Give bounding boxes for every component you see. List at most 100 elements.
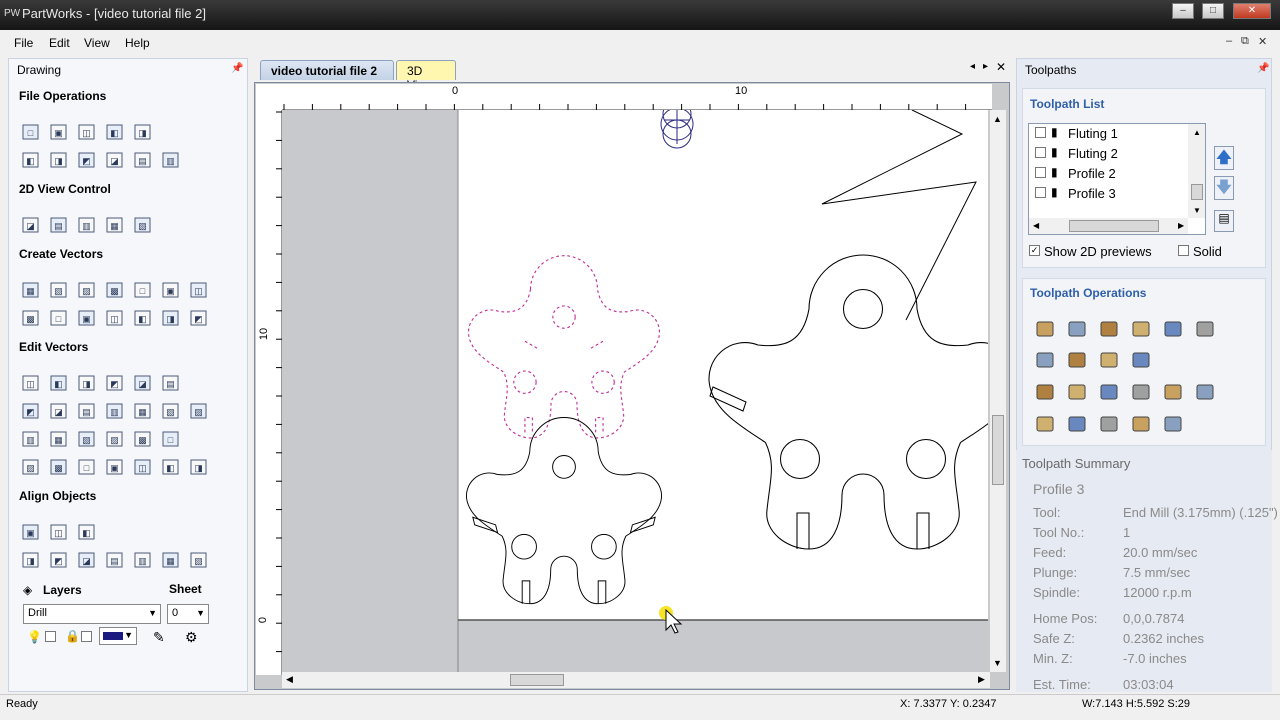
copy-icon[interactable]: ◩ xyxy=(75,149,97,169)
scroll-left-icon[interactable]: ◀ xyxy=(1033,221,1039,230)
text-on-curve-icon[interactable]: ▣ xyxy=(75,307,97,327)
drawing-canvas[interactable] xyxy=(282,110,988,672)
show-2d-previews-checkbox[interactable]: ✓ xyxy=(1029,245,1040,256)
mdi-minimize-button[interactable]: – xyxy=(1226,35,1232,47)
scroll-right-icon[interactable]: ▶ xyxy=(1178,221,1184,230)
zoom-icon[interactable]: ▤ xyxy=(47,214,69,234)
maximize-button[interactable]: □ xyxy=(1202,3,1224,19)
toolpath-list-item[interactable]: Fluting 2 xyxy=(1068,146,1118,161)
zoom-selection-icon[interactable]: ▦ xyxy=(103,214,125,234)
v-carve-icon[interactable] xyxy=(1161,318,1183,338)
layer-properties-icon[interactable]: ⚙ xyxy=(185,629,198,646)
toolpath-visible-checkbox[interactable] xyxy=(1035,187,1046,198)
horizontal-scroll-thumb[interactable] xyxy=(510,674,564,686)
move-up-button[interactable]: 🡅 xyxy=(1214,146,1234,170)
transform-icon[interactable]: ◨ xyxy=(75,372,97,392)
mdi-restore-button[interactable]: ⧉ xyxy=(1241,35,1249,48)
star-icon[interactable]: ◫ xyxy=(187,279,209,299)
quick-engrave-icon[interactable] xyxy=(1129,318,1151,338)
edit-toolpath-icon[interactable] xyxy=(1065,381,1087,401)
tab-3d-view[interactable]: 3D View xyxy=(396,60,456,92)
layer-visible-checkbox[interactable] xyxy=(45,631,56,642)
vertical-scroll-thumb[interactable] xyxy=(992,415,1004,485)
horizontal-scrollbar[interactable]: ◀ ▶ xyxy=(282,672,990,688)
list-vscroll-thumb[interactable] xyxy=(1191,184,1203,200)
rotate-icon[interactable]: ▦ xyxy=(47,428,69,448)
align-right-icon[interactable]: ◪ xyxy=(75,549,97,569)
layer-lock-checkbox[interactable] xyxy=(81,631,92,642)
template-icon[interactable] xyxy=(1033,381,1055,401)
list-hscroll-thumb[interactable] xyxy=(1069,220,1159,232)
shape-3-icon[interactable]: □ xyxy=(75,456,97,476)
trim-icon[interactable]: ▥ xyxy=(19,428,41,448)
scale-icon[interactable]: ◪ xyxy=(47,400,69,420)
save-file-icon[interactable]: ◫ xyxy=(75,121,97,141)
scroll-down-icon[interactable]: ▼ xyxy=(1193,206,1201,215)
paste-icon[interactable]: ◪ xyxy=(103,149,125,169)
scroll-up-icon[interactable]: ▲ xyxy=(993,114,1002,124)
align-icon[interactable]: ▤ xyxy=(75,400,97,420)
subtract-icon[interactable]: ▨ xyxy=(103,428,125,448)
redo-icon[interactable]: ▥ xyxy=(159,149,181,169)
layer-dropdown[interactable]: Drill ▼ xyxy=(23,604,161,624)
menu-file[interactable]: File xyxy=(14,36,33,50)
list-vscroll[interactable] xyxy=(1188,124,1205,218)
rectangle-icon[interactable]: ▨ xyxy=(75,279,97,299)
inlay-toolpath-icon[interactable] xyxy=(1097,349,1119,369)
shape-4-icon[interactable]: ▣ xyxy=(103,456,125,476)
align-left-edge-icon[interactable]: ◩ xyxy=(47,549,69,569)
text-frame-icon[interactable]: □ xyxy=(47,307,69,327)
image-icon[interactable]: ◧ xyxy=(131,307,153,327)
align-left-icon[interactable]: ◨ xyxy=(19,549,41,569)
undo-icon[interactable]: ▤ xyxy=(131,149,153,169)
solid-checkbox[interactable] xyxy=(1178,245,1189,256)
text-format-icon[interactable]: ◫ xyxy=(103,307,125,327)
tab-close-icon[interactable]: ✕ xyxy=(996,60,1006,74)
menu-edit[interactable]: Edit xyxy=(49,36,70,50)
layer-manager-icon[interactable]: ✎ xyxy=(153,629,165,646)
polyline-icon[interactable]: □ xyxy=(131,279,153,299)
lock-icon[interactable]: 🔒 xyxy=(65,629,80,643)
profile-toolpath-icon[interactable] xyxy=(1033,318,1055,338)
pin-icon[interactable]: 📌 xyxy=(1257,63,1269,74)
zoom-extents-icon[interactable]: ▥ xyxy=(75,214,97,234)
tab-video-tutorial-file-2[interactable]: video tutorial file 2 xyxy=(260,60,394,80)
layer-color-dropdown[interactable]: ▼ xyxy=(99,627,137,645)
pin-icon[interactable]: 📌 xyxy=(231,63,243,74)
anchor-icon[interactable] xyxy=(1129,413,1151,433)
view-options-icon[interactable]: ▧ xyxy=(131,214,153,234)
tab-scroll-right-icon[interactable]: ▸ xyxy=(983,61,988,72)
sheet-dropdown[interactable]: 0 ▼ xyxy=(167,604,209,624)
curve-icon[interactable]: ▩ xyxy=(103,279,125,299)
circle-icon[interactable]: ▦ xyxy=(19,279,41,299)
polygon-icon[interactable]: ▣ xyxy=(159,279,181,299)
select-icon[interactable]: ◫ xyxy=(19,372,41,392)
new-file-icon[interactable]: □ xyxy=(19,121,41,141)
ungroup-icon[interactable]: ◪ xyxy=(131,372,153,392)
export-icon[interactable] xyxy=(1161,413,1183,433)
distribute-v-icon[interactable]: ▧ xyxy=(187,549,209,569)
menu-help[interactable]: Help xyxy=(125,36,150,50)
calculator-icon[interactable] xyxy=(1129,349,1151,369)
bulb-icon[interactable]: 💡 xyxy=(27,630,42,644)
menu-view[interactable]: View xyxy=(84,36,110,50)
move-down-button[interactable]: 🡇 xyxy=(1214,176,1234,200)
scroll-right-icon[interactable]: ▶ xyxy=(978,674,985,685)
pocket-toolpath-icon[interactable] xyxy=(1065,318,1087,338)
mdi-close-button[interactable]: ✕ xyxy=(1258,35,1267,48)
drilling-toolpath-icon[interactable] xyxy=(1097,318,1119,338)
group-icon[interactable]: ◩ xyxy=(103,372,125,392)
toolpath-list-item[interactable]: Profile 3 xyxy=(1068,186,1116,201)
grid-icon[interactable]: ◨ xyxy=(159,307,181,327)
fillet-icon[interactable]: ▨ xyxy=(187,400,209,420)
measure-icon[interactable]: ▤ xyxy=(159,372,181,392)
vertical-scrollbar[interactable]: ▲ ▼ xyxy=(990,110,1006,672)
toolpath-visible-checkbox[interactable] xyxy=(1035,147,1046,158)
preview-toolpath-icon[interactable] xyxy=(1161,381,1183,401)
close-button[interactable]: ✕ xyxy=(1233,3,1271,19)
material-setup-icon[interactable] xyxy=(1033,413,1055,433)
align-h-center-icon[interactable]: ◫ xyxy=(47,521,69,541)
distribute-h-icon[interactable]: ▦ xyxy=(159,549,181,569)
minimize-button[interactable]: – xyxy=(1172,3,1194,19)
offset-icon[interactable]: ◩ xyxy=(19,400,41,420)
